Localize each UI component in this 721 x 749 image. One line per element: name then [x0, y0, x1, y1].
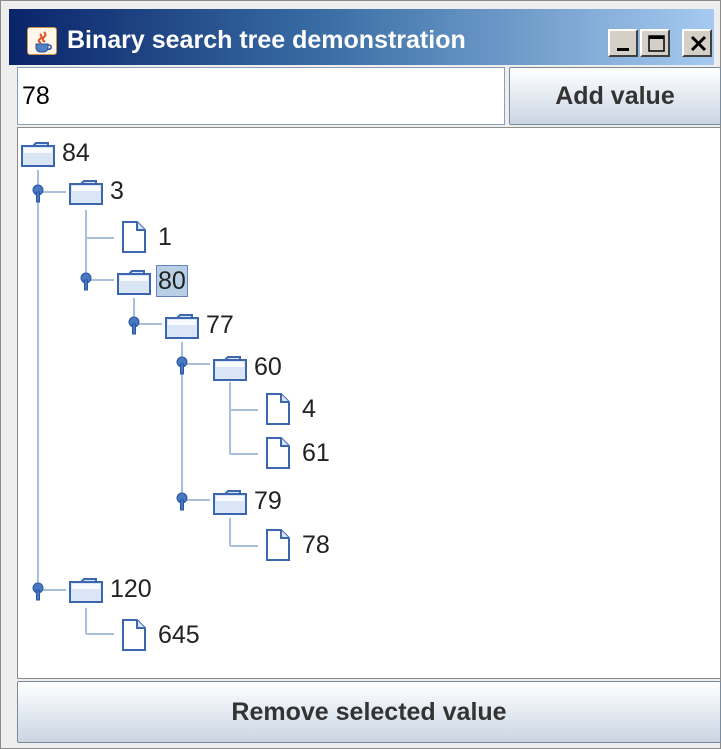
- tree-node[interactable]: 84: [20, 136, 92, 170]
- tree-node-label: 120: [110, 575, 152, 603]
- minimize-button[interactable]: [608, 29, 638, 57]
- tree-node[interactable]: 645: [116, 618, 202, 652]
- tree-node[interactable]: 61: [260, 436, 332, 470]
- java-cup-icon: [27, 27, 57, 55]
- tree-node[interactable]: 78: [260, 528, 332, 562]
- folder-icon: [20, 136, 56, 170]
- tree-node-label: 84: [62, 139, 90, 167]
- tree-node[interactable]: 120: [68, 572, 154, 606]
- tree-node-label: 61: [302, 439, 330, 467]
- file-icon: [260, 392, 296, 426]
- folder-icon: [116, 264, 152, 298]
- file-icon: [116, 220, 152, 254]
- tree-node-label: 645: [158, 621, 200, 649]
- tree-node-label: 1: [158, 223, 172, 251]
- folder-icon: [68, 572, 104, 606]
- file-icon: [116, 618, 152, 652]
- folder-icon: [212, 350, 248, 384]
- app-window: Binary search tree demonstration Add val…: [0, 0, 721, 749]
- tree-node-label: 60: [254, 353, 282, 381]
- file-icon: [260, 528, 296, 562]
- tree-node[interactable]: 80: [116, 264, 188, 298]
- value-input[interactable]: [17, 67, 505, 125]
- tree-node[interactable]: 3: [68, 174, 126, 208]
- maximize-button[interactable]: [640, 29, 670, 57]
- minimize-icon: [617, 48, 629, 51]
- tree-node-label: 80: [156, 265, 188, 297]
- tree-node-label: 79: [254, 487, 282, 515]
- maximize-icon: [648, 35, 665, 52]
- tree-node[interactable]: 60: [212, 350, 284, 384]
- folder-icon: [164, 308, 200, 342]
- tree-node[interactable]: 79: [212, 484, 284, 518]
- folder-icon: [212, 484, 248, 518]
- add-value-button[interactable]: Add value: [509, 67, 721, 125]
- window-title: Binary search tree demonstration: [67, 26, 466, 54]
- tree-node[interactable]: 77: [164, 308, 236, 342]
- remove-selected-button[interactable]: Remove selected value: [17, 681, 721, 743]
- close-button[interactable]: [682, 29, 712, 57]
- folder-icon: [68, 174, 104, 208]
- file-icon: [260, 436, 296, 470]
- title-bar[interactable]: Binary search tree demonstration: [9, 9, 714, 65]
- tree-node-label: 3: [110, 177, 124, 205]
- tree-node[interactable]: 1: [116, 220, 174, 254]
- tree-node[interactable]: 4: [260, 392, 318, 426]
- tree-node-label: 4: [302, 395, 316, 423]
- tree-view[interactable]: 84 3 1 80 77 60 4 61 79 78 120 645: [17, 127, 721, 679]
- close-icon: [690, 35, 707, 52]
- tree-node-label: 78: [302, 531, 330, 559]
- tree-node-label: 77: [206, 311, 234, 339]
